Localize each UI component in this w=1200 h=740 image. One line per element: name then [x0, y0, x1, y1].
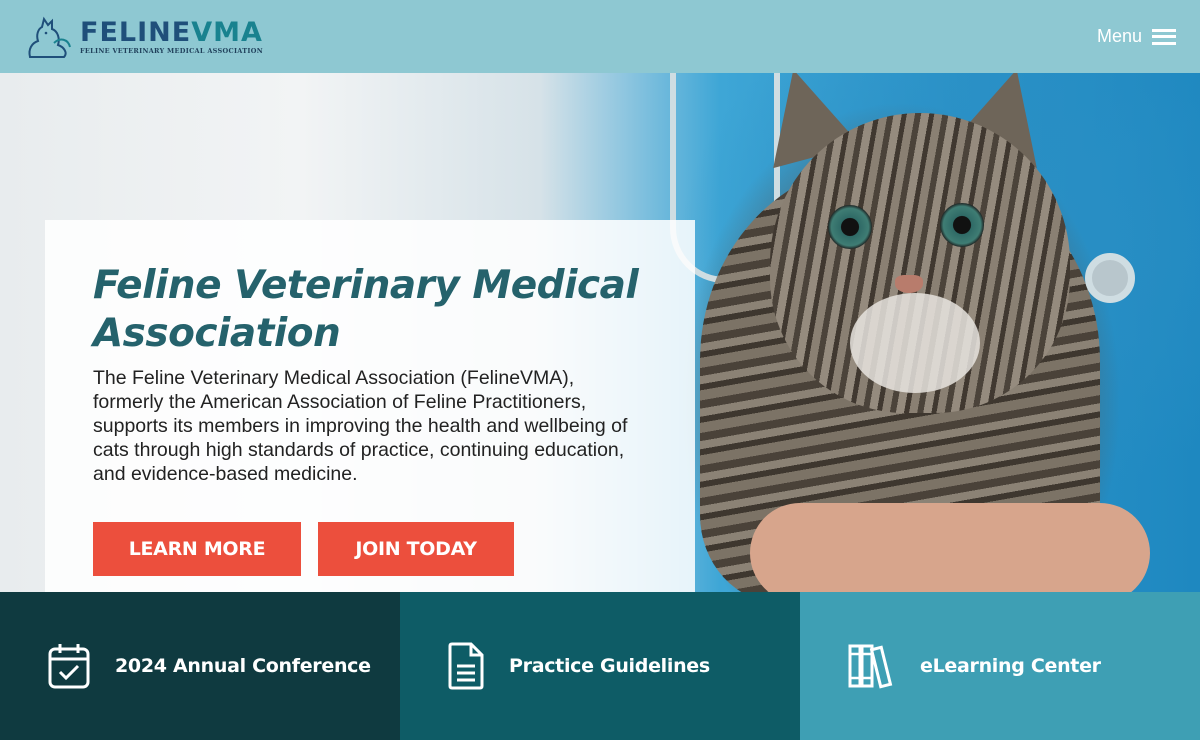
document-icon: [448, 642, 484, 690]
logo-tagline: FELINE VETERINARY MEDICAL ASSOCIATION: [80, 46, 263, 55]
cat-logo-icon: [28, 16, 71, 58]
menu-label: Menu: [1096, 26, 1142, 46]
tile-practice-guidelines[interactable]: Practice Guidelines: [400, 592, 800, 740]
hero-description: The Feline Veterinary Medical Associatio…: [93, 367, 628, 485]
hamburger-icon: [1152, 28, 1176, 45]
tile-label: 2024 Annual Conference: [115, 655, 371, 677]
tile-annual-conference[interactable]: 2024 Annual Conference: [0, 592, 400, 740]
site-logo[interactable]: FELINEVMA FELINE VETERINARY MEDICAL ASSO…: [24, 13, 263, 61]
quick-links: 2024 Annual Conference Practice Guidelin…: [0, 592, 1200, 740]
tile-elearning-center[interactable]: eLearning Center: [800, 592, 1200, 740]
calendar-check-icon: [48, 644, 90, 689]
site-header: FELINEVMA FELINE VETERINARY MEDICAL ASSO…: [0, 0, 1200, 73]
hero-card: Feline Veterinary Medical Association The…: [45, 220, 695, 592]
tile-label: Practice Guidelines: [509, 655, 710, 677]
logo-wordmark: FELINEVMA: [80, 16, 263, 48]
join-today-button[interactable]: JOIN TODAY: [318, 522, 514, 576]
learn-more-button[interactable]: LEARN MORE: [93, 522, 301, 576]
tile-label: eLearning Center: [920, 655, 1101, 677]
books-icon: [848, 644, 893, 689]
hero-title: Feline Veterinary Medical Association: [93, 263, 639, 356]
menu-button[interactable]: Menu: [1097, 26, 1176, 47]
hero-banner: Feline Veterinary Medical Association The…: [0, 73, 1200, 592]
